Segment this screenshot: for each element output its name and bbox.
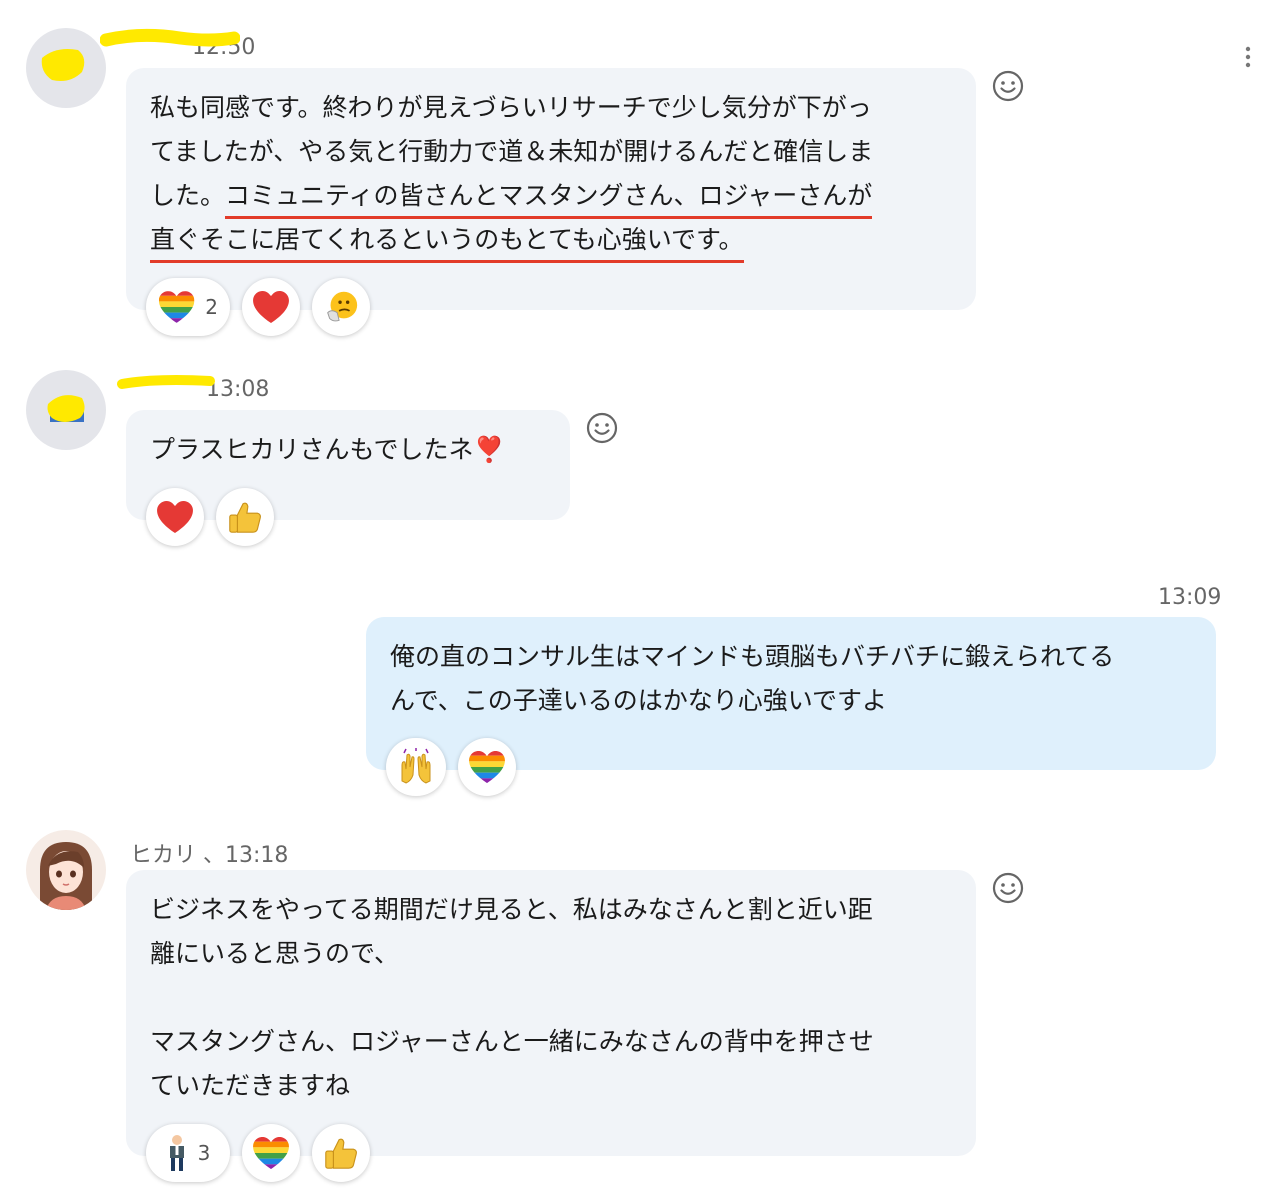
underlined-text: コミュニティの皆さんとマスタングさん、ロジャーさんが <box>225 181 873 219</box>
reaction-chip[interactable] <box>242 1124 300 1182</box>
avatar[interactable] <box>26 28 106 108</box>
message-line: てましたが、やる気と行動力で道＆未知が開けるんだと確信しま <box>150 137 874 166</box>
add-reaction-icon[interactable] <box>585 411 619 445</box>
message-time: 13:09 <box>1158 585 1222 610</box>
reaction-chip[interactable] <box>312 278 370 336</box>
message-time: 12:50 <box>192 35 256 60</box>
reaction-chip[interactable] <box>146 488 204 546</box>
rainbow-heart-icon <box>158 291 195 323</box>
avatar-redaction-icon <box>41 49 85 81</box>
message-bubble[interactable]: 私も同感です。終わりが見えづらいリサーチで少し気分が下がっ てましたが、やる気と… <box>126 68 976 310</box>
avatar[interactable] <box>26 830 106 910</box>
reaction-chip[interactable]: 2 <box>146 278 230 336</box>
message-text: した。 <box>150 181 226 210</box>
rainbow-heart-icon <box>469 750 505 784</box>
sender-and-time: ヒカリ 、13:18 <box>130 843 289 868</box>
reaction-bar <box>146 488 274 546</box>
man-standing-icon <box>169 1135 184 1171</box>
message-line: マスタングさん、ロジャーさんと一緒にみなさんの背中を押させ <box>150 1027 874 1056</box>
thinking-face-icon <box>327 291 358 322</box>
message-line: プラスヒカリさんもでしたネ❣️ <box>150 435 505 464</box>
message-bubble[interactable]: ビジネスをやってる期間だけ見ると、私はみなさんと割と近い距 離にいると思うので、… <box>126 870 976 1156</box>
avatar-redaction-icon <box>47 395 85 422</box>
reaction-chip[interactable]: 3 <box>146 1124 230 1182</box>
reaction-chip[interactable] <box>458 738 516 796</box>
reaction-chip[interactable] <box>216 488 274 546</box>
reaction-bar: 3 <box>146 1124 370 1182</box>
avatar[interactable] <box>26 370 106 450</box>
message-line: んで、この子達いるのはかなり心強いですよ <box>390 686 888 715</box>
reaction-count: 3 <box>197 1141 211 1165</box>
avatar-illustration-icon <box>40 842 92 910</box>
more-options-icon[interactable] <box>1243 44 1253 74</box>
message-meta: 12:50 <box>130 35 255 60</box>
message-line: ビジネスをやってる期間だけ見ると、私はみなさんと割と近い距 <box>150 895 873 924</box>
reaction-bar <box>386 738 516 796</box>
message-line: ていただきますね <box>150 1071 351 1100</box>
message-line: した。コミュニティの皆さんとマスタングさん、ロジャーさんが <box>150 174 952 219</box>
message-line: 俺の直のコンサル生はマインドも頭脳もバチバチに鍛えられてる <box>390 642 1115 671</box>
reaction-chip[interactable] <box>386 738 446 796</box>
underlined-text: 直ぐそこに居てくれるというのもとても心強いです。 <box>150 225 744 263</box>
red-heart-icon <box>253 290 289 324</box>
message-meta: 13:08 <box>130 377 269 402</box>
red-heart-icon <box>157 500 193 534</box>
thumbs-up-icon <box>325 1138 357 1169</box>
add-reaction-icon[interactable] <box>991 69 1025 103</box>
message-line <box>150 976 952 1020</box>
rainbow-heart-icon <box>253 1136 289 1170</box>
reaction-bar: 2 <box>146 278 370 336</box>
add-reaction-icon[interactable] <box>991 871 1025 905</box>
message-time: 13:08 <box>206 377 270 402</box>
thumbs-up-icon <box>229 502 261 533</box>
message-line: 離にいると思うので、 <box>150 939 400 968</box>
message-line: 私も同感です。終わりが見えづらいリサーチで少し気分が下がっ <box>150 93 872 122</box>
reaction-chip[interactable] <box>312 1124 370 1182</box>
raising-hands-icon <box>401 748 431 784</box>
reaction-count: 2 <box>205 295 218 319</box>
reaction-chip[interactable] <box>242 278 300 336</box>
message-line: 直ぐそこに居てくれるというのもとても心強いです。 <box>150 218 952 263</box>
